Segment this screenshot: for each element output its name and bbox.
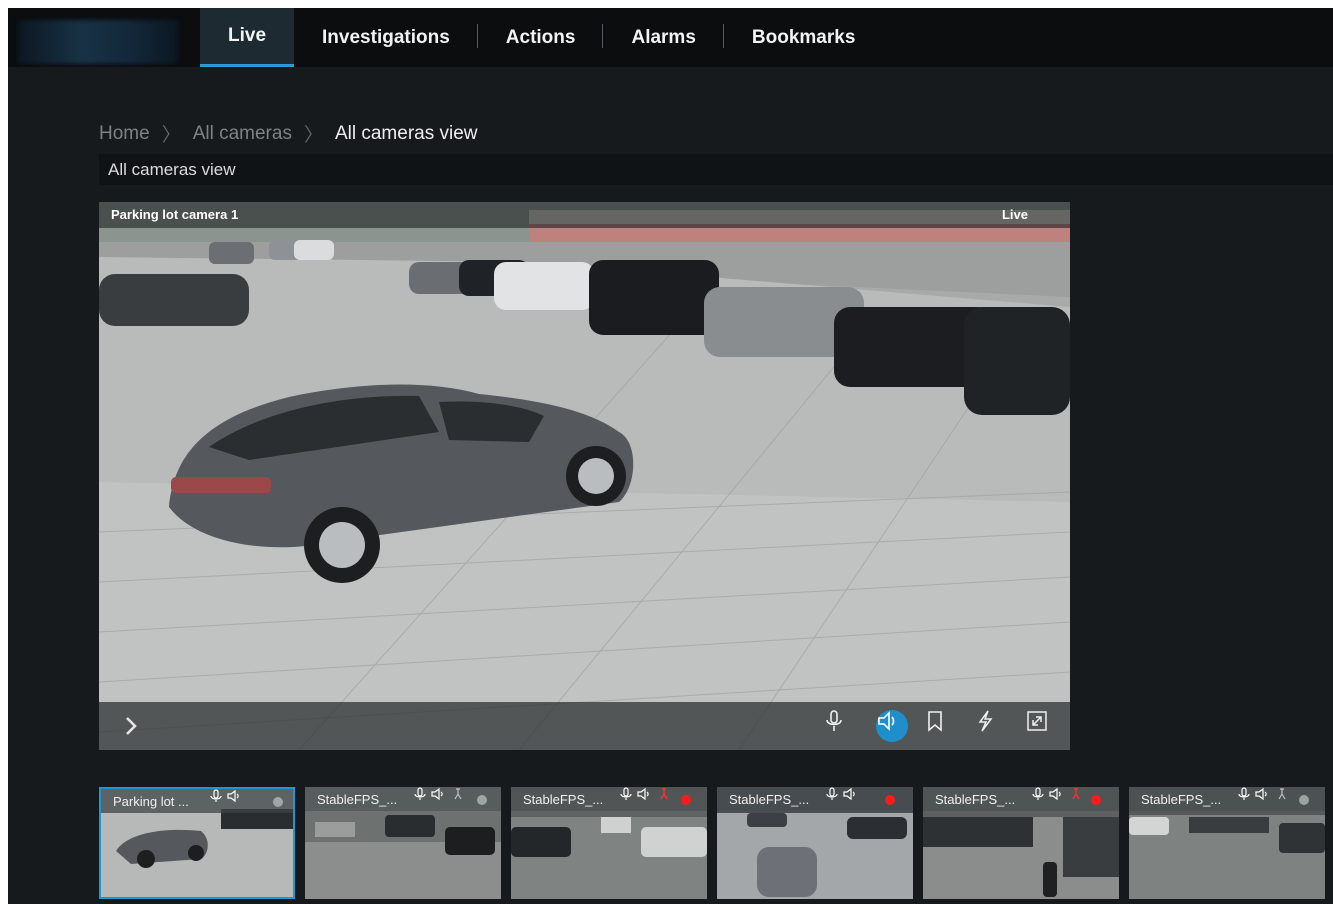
thumbnail-camera-name: StableFPS_... [317, 792, 398, 807]
motion-icon [454, 788, 462, 800]
thumbnail-header: StableFPS_... [511, 787, 707, 811]
recording-indicator [1299, 795, 1309, 805]
main-video-player[interactable]: Parking lot camera 1 Live [99, 202, 1070, 750]
breadcrumb-current: All cameras view [334, 122, 478, 144]
camera-thumbnail[interactable]: StableFPS_... [1129, 787, 1325, 899]
recording-indicator [477, 795, 487, 805]
nav-tab-live[interactable]: Live [200, 8, 295, 67]
view-title: All cameras view [108, 159, 236, 179]
speaker-icon [431, 787, 443, 801]
thumbnail-camera-name: StableFPS_... [523, 792, 604, 807]
app-window: Live Investigations Actions Alarms Bookm… [8, 8, 1333, 904]
microphone-icon [1238, 787, 1250, 800]
thumbnail-camera-name: Parking lot ... [113, 794, 189, 809]
nav-tab-bookmarks[interactable]: Bookmarks [724, 8, 884, 67]
speaker-icon [637, 787, 649, 801]
speaker-icon[interactable] [876, 710, 908, 742]
breadcrumb-separator: 〉 [161, 125, 181, 146]
speaker-icon [843, 787, 855, 801]
nav-tab-actions[interactable]: Actions [478, 8, 604, 67]
video-frame-image [99, 202, 1070, 750]
breadcrumb-home[interactable]: Home [99, 123, 150, 145]
motion-icon [1072, 788, 1080, 800]
camera-thumbnail[interactable]: StableFPS_... [511, 787, 707, 899]
recording-indicator [681, 795, 691, 805]
thumbnail-header: StableFPS_... [305, 787, 501, 811]
camera-thumbnail[interactable]: Parking lot ... [99, 787, 295, 899]
thumbnail-header: Parking lot ... [101, 789, 293, 813]
camera-name: Parking lot camera 1 [111, 207, 239, 222]
lightning-icon[interactable] [975, 710, 1007, 742]
thumbnail-header: StableFPS_... [717, 787, 913, 811]
breadcrumb-separator: 〉 [303, 125, 323, 146]
video-header: Parking lot camera 1 Live [99, 202, 1070, 228]
live-status-label: Live [1001, 207, 1028, 222]
bookmark-icon[interactable] [926, 710, 958, 742]
video-toolbar [99, 702, 1070, 750]
microphone-icon [210, 789, 222, 802]
chevron-right-icon[interactable] [119, 714, 143, 738]
microphone-icon[interactable] [824, 710, 856, 742]
top-navigation-bar: Live Investigations Actions Alarms Bookm… [8, 8, 1333, 67]
view-title-bar: All cameras view [99, 154, 1333, 185]
recording-indicator [885, 795, 895, 805]
camera-thumbnail[interactable]: StableFPS_... [717, 787, 913, 899]
thumbnail-camera-name: StableFPS_... [935, 792, 1016, 807]
speaker-icon [1255, 787, 1267, 801]
thumbnail-header: StableFPS_... [923, 787, 1119, 811]
recording-indicator [273, 797, 283, 807]
breadcrumb: Home 〉 All cameras 〉 All cameras view [99, 120, 478, 147]
microphone-icon [1032, 787, 1044, 800]
camera-thumbnail[interactable]: StableFPS_... [305, 787, 501, 899]
breadcrumb-all-cameras[interactable]: All cameras [193, 123, 292, 145]
microphone-icon [414, 787, 426, 800]
brand-logo [18, 20, 178, 64]
microphone-icon [826, 787, 838, 800]
recording-indicator [1091, 795, 1101, 805]
nav-tab-investigations[interactable]: Investigations [294, 8, 478, 67]
main-nav: Live Investigations Actions Alarms Bookm… [200, 8, 883, 67]
speaker-icon [227, 789, 239, 803]
speaker-icon [1049, 787, 1061, 801]
microphone-icon [620, 787, 632, 800]
camera-thumbnail[interactable]: StableFPS_... [923, 787, 1119, 899]
motion-icon [1278, 788, 1286, 800]
thumbnail-header: StableFPS_... [1129, 787, 1325, 811]
nav-tab-alarms[interactable]: Alarms [603, 8, 725, 67]
motion-icon [660, 788, 668, 800]
thumbnail-camera-name: StableFPS_... [1141, 792, 1222, 807]
thumbnail-camera-name: StableFPS_... [729, 792, 810, 807]
fullscreen-icon[interactable] [1026, 710, 1058, 742]
